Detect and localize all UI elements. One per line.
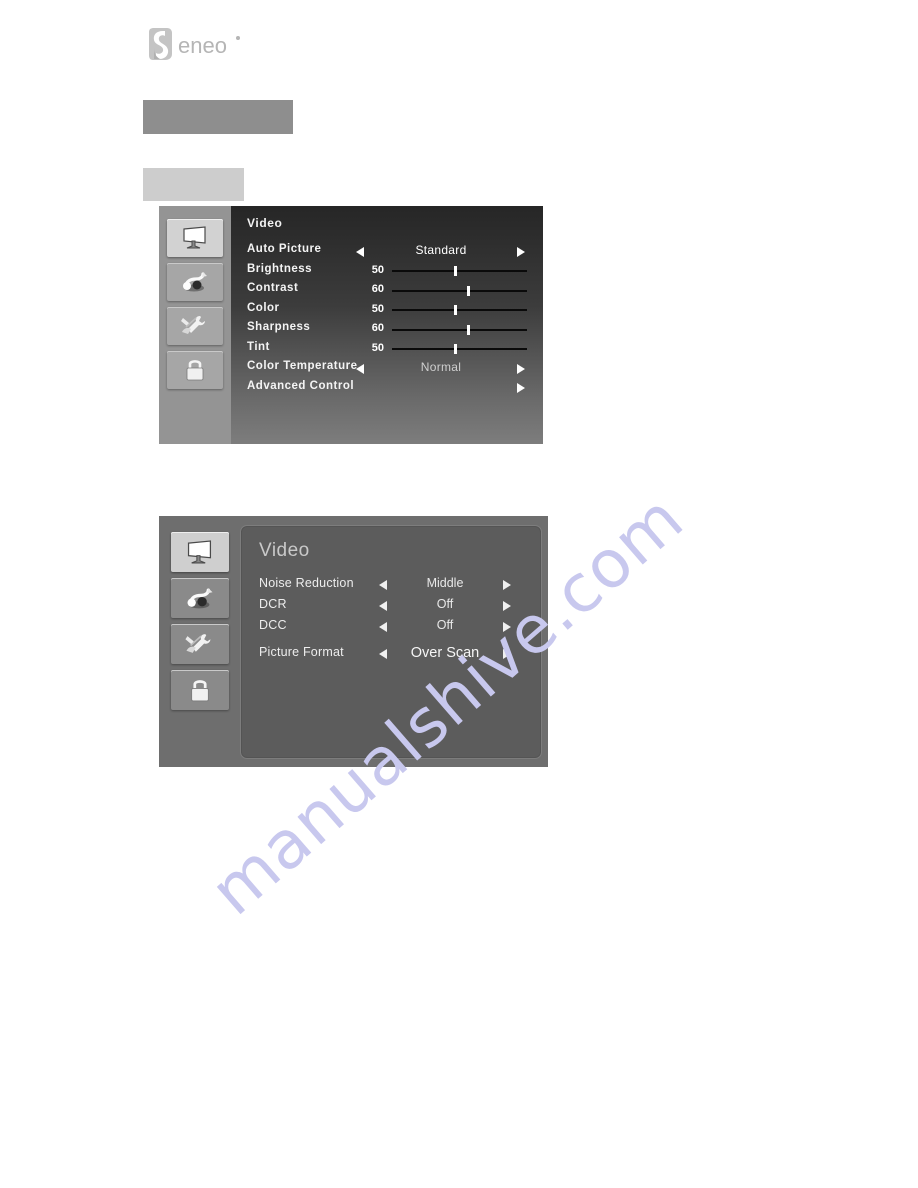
section-heading-bar bbox=[143, 100, 293, 134]
sidebar-item-lock-2[interactable] bbox=[171, 670, 229, 710]
subsection-heading-bar bbox=[143, 168, 244, 201]
tools-icon bbox=[178, 314, 212, 338]
tools-icon bbox=[182, 632, 218, 657]
audio-icon bbox=[182, 586, 218, 611]
sidebar-item-tools[interactable] bbox=[167, 307, 223, 345]
osd1-slider-track[interactable] bbox=[392, 344, 527, 355]
osd1-slider-knob[interactable] bbox=[454, 305, 458, 316]
osd1-row-label: Sharpness bbox=[247, 321, 311, 333]
osd2-row[interactable]: Picture Format Over Scan bbox=[241, 643, 541, 664]
osd2-row[interactable]: Noise Reduction Middle bbox=[241, 574, 541, 595]
osd1-row-label: Color Temperature bbox=[247, 360, 358, 372]
audio-icon bbox=[178, 270, 212, 294]
osd1-row-label: Contrast bbox=[247, 282, 299, 294]
osd1-slider-knob[interactable] bbox=[466, 324, 470, 335]
osd1-option-value: Standard bbox=[415, 243, 467, 257]
display-icon bbox=[182, 539, 218, 565]
osd1-left-arrow-icon[interactable] bbox=[356, 363, 364, 374]
osd2-row[interactable]: DCR Off bbox=[241, 595, 541, 616]
osd1-row-label: Advanced Control bbox=[247, 379, 355, 392]
osd1-slider-knob[interactable] bbox=[454, 344, 458, 355]
osd-menu-video-advanced: Video Noise Reduction Middle DCR Off DCC Off P… bbox=[159, 516, 548, 767]
sidebar-item-lock[interactable] bbox=[167, 351, 223, 389]
osd1-slider-value: 50 bbox=[371, 263, 384, 276]
osd1-slider-value: 50 bbox=[371, 341, 384, 354]
display-icon bbox=[178, 226, 212, 250]
osd1-slider-track[interactable] bbox=[392, 305, 527, 316]
osd1-slider-value: 50 bbox=[371, 302, 384, 315]
osd2-right-arrow-icon[interactable] bbox=[503, 579, 511, 590]
osd2-row-label: DCR bbox=[259, 597, 287, 611]
eneo-logo-mark bbox=[149, 28, 172, 60]
osd1-right-arrow-icon[interactable] bbox=[517, 383, 525, 394]
eneo-logo: eneo bbox=[145, 26, 245, 66]
osd2-option-value: Middle bbox=[426, 576, 464, 590]
osd1-slider-knob[interactable] bbox=[454, 266, 458, 277]
lock-icon bbox=[182, 678, 218, 703]
sidebar-item-display[interactable] bbox=[167, 219, 223, 257]
osd2-option-value: Off bbox=[436, 597, 454, 611]
osd2-row-label: DCC bbox=[259, 618, 287, 632]
lock-icon bbox=[178, 358, 212, 382]
osd2-right-arrow-icon[interactable] bbox=[503, 648, 511, 659]
osd2-content: Video Noise Reduction Middle DCR Off DCC Off P… bbox=[240, 525, 542, 759]
osd1-row-label: Auto Picture bbox=[247, 243, 322, 255]
sidebar-item-audio[interactable] bbox=[167, 263, 223, 301]
osd1-slider-value: 60 bbox=[371, 322, 384, 334]
osd1-row[interactable]: Color Temperature Normal bbox=[231, 359, 543, 379]
osd2-rows: Noise Reduction Middle DCR Off DCC Off Picture… bbox=[241, 574, 541, 664]
osd2-left-arrow-icon[interactable] bbox=[379, 648, 387, 659]
osd2-row[interactable]: DCC Off bbox=[241, 616, 541, 637]
osd-menu-video-basic: Video Auto Picture Standard Brightness 50 Co… bbox=[159, 206, 543, 444]
eneo-logo-dot bbox=[236, 36, 240, 40]
osd2-left-arrow-icon[interactable] bbox=[379, 579, 387, 590]
osd1-slider-track[interactable] bbox=[392, 266, 527, 277]
osd2-left-arrow-icon[interactable] bbox=[379, 621, 387, 632]
osd1-row-label: Tint bbox=[247, 340, 270, 353]
osd2-right-arrow-icon[interactable] bbox=[503, 600, 511, 611]
osd2-row-label: Picture Format bbox=[259, 645, 344, 659]
osd2-option-value: Off bbox=[436, 618, 454, 632]
osd2-row-label: Noise Reduction bbox=[259, 576, 354, 590]
osd1-row[interactable]: Tint 50 bbox=[231, 340, 543, 360]
osd1-row-label: Color bbox=[247, 301, 280, 314]
eneo-logo-wordmark: eneo bbox=[178, 33, 227, 58]
osd1-row[interactable]: Brightness 50 bbox=[231, 262, 543, 282]
osd1-row[interactable]: Color 50 bbox=[231, 301, 543, 321]
osd1-right-arrow-icon[interactable] bbox=[517, 363, 525, 374]
osd1-rows: Auto Picture Standard Brightness 50 Contrast… bbox=[231, 242, 543, 398]
osd1-icon-rail bbox=[159, 206, 231, 444]
osd1-row[interactable]: Auto Picture Standard bbox=[231, 242, 543, 262]
osd2-right-arrow-icon[interactable] bbox=[503, 621, 511, 632]
sidebar-item-display-2[interactable] bbox=[171, 532, 229, 572]
osd1-slider-knob[interactable] bbox=[466, 285, 470, 296]
osd2-icon-rail bbox=[159, 516, 239, 767]
sidebar-item-tools-2[interactable] bbox=[171, 624, 229, 664]
osd1-right-arrow-icon[interactable] bbox=[517, 246, 525, 257]
osd2-left-arrow-icon[interactable] bbox=[379, 600, 387, 611]
osd1-slider-track[interactable] bbox=[392, 324, 527, 335]
sidebar-item-audio-2[interactable] bbox=[171, 578, 229, 618]
osd1-slider-value: 60 bbox=[371, 283, 384, 295]
osd1-row[interactable]: Sharpness 60 bbox=[231, 320, 543, 340]
osd1-row-label: Brightness bbox=[247, 262, 313, 275]
osd1-row[interactable]: Advanced Control bbox=[231, 379, 543, 399]
osd1-title: Video bbox=[247, 216, 283, 230]
osd1-option-value: Normal bbox=[420, 360, 462, 374]
osd1-row[interactable]: Contrast 60 bbox=[231, 281, 543, 301]
osd1-slider-track[interactable] bbox=[392, 285, 527, 296]
osd2-option-value: Over Scan bbox=[410, 645, 480, 661]
osd1-left-arrow-icon[interactable] bbox=[356, 246, 364, 257]
osd2-title: Video bbox=[259, 540, 310, 561]
osd1-content: Video Auto Picture Standard Brightness 50 Co… bbox=[231, 206, 543, 444]
